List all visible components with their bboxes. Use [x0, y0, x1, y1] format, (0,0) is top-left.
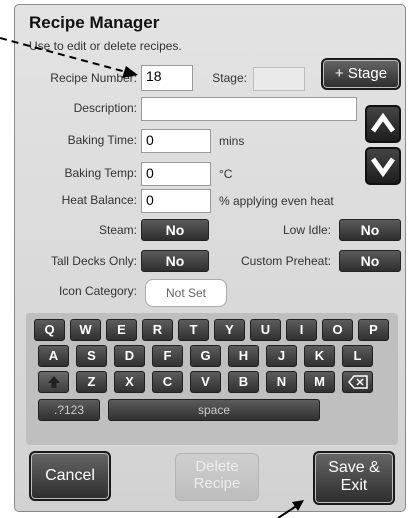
annotation-arrow-bottom-icon	[277, 500, 304, 518]
annotation-arrow-top-icon	[0, 37, 138, 78]
annotation-overlay	[0, 37, 304, 518]
